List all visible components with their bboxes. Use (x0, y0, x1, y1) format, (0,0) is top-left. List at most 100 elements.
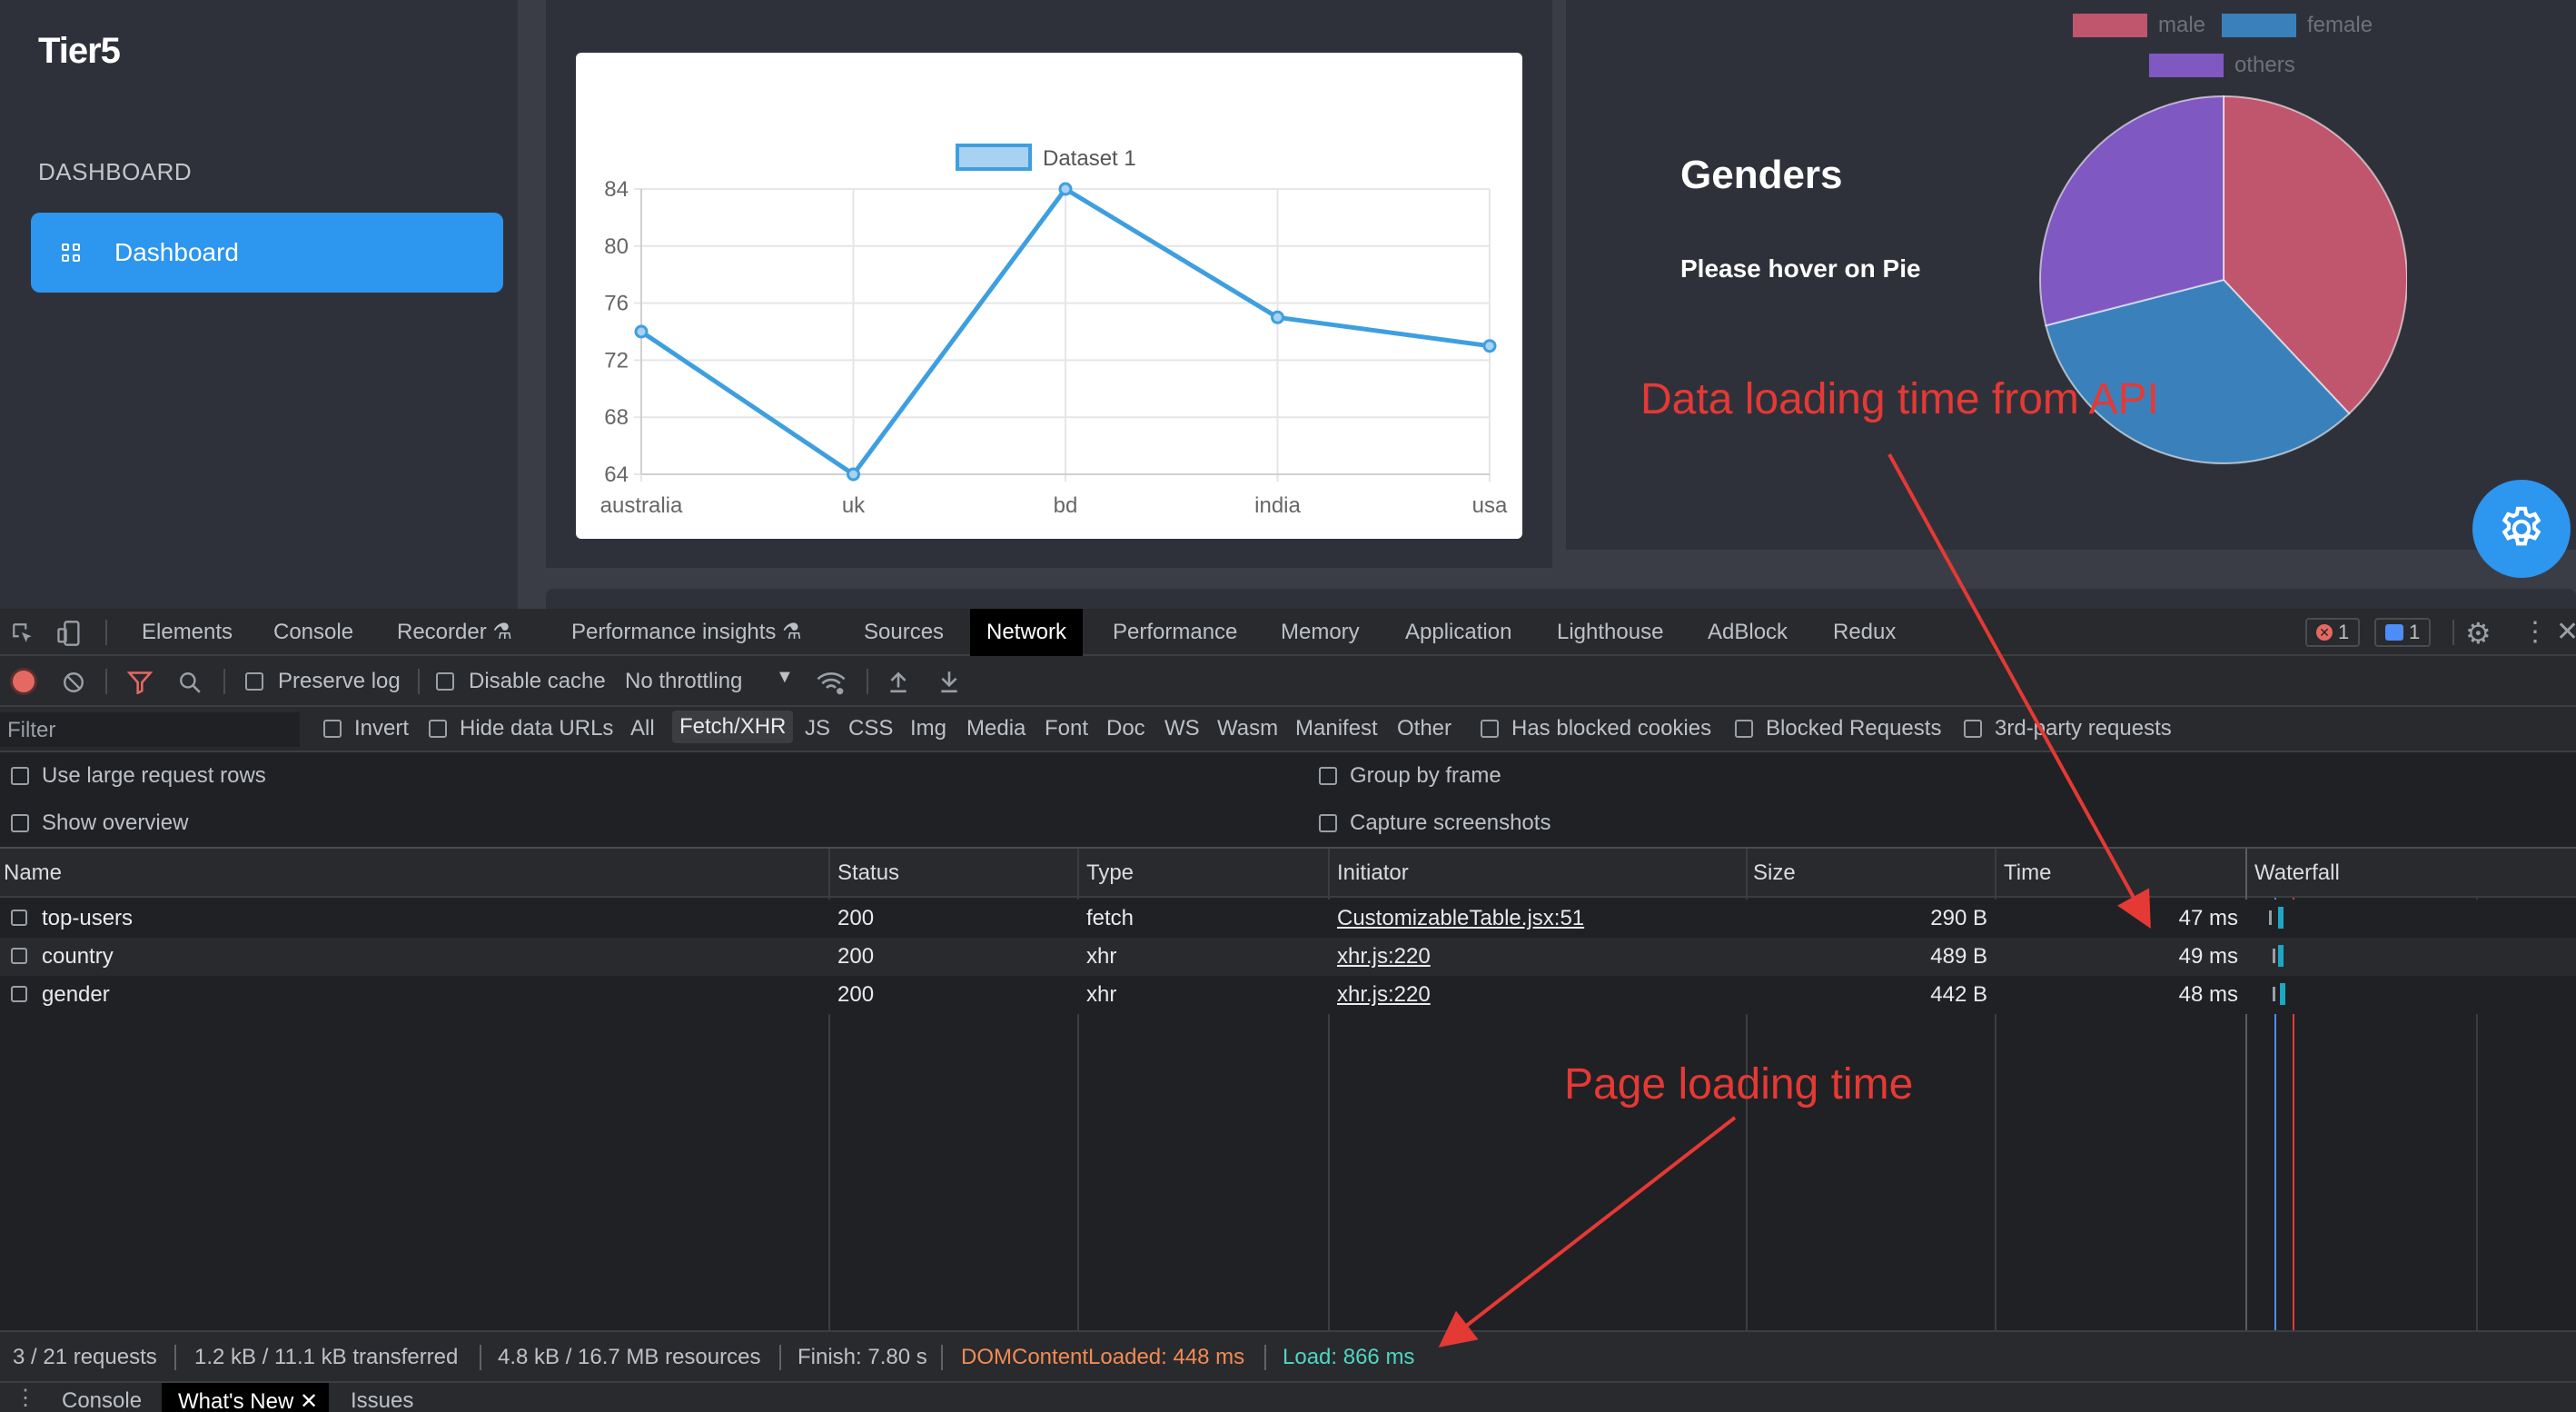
filter-type-other[interactable]: Other (1397, 716, 1451, 741)
data-point (1271, 310, 1284, 324)
blocked-requests-checkbox[interactable] (1735, 720, 1753, 738)
filter-input[interactable]: Filter (0, 712, 300, 747)
tab-recorder[interactable]: Recorder ⚗ (381, 609, 529, 656)
tab-lighthouse[interactable]: Lighthouse (1541, 609, 1679, 656)
column-status[interactable]: Status (837, 849, 899, 898)
filter-type-wasm[interactable]: Wasm (1217, 716, 1278, 741)
third-party-checkbox[interactable] (1964, 720, 1982, 738)
invert-checkbox[interactable] (323, 720, 342, 738)
column-waterfall[interactable]: Waterfall (2254, 849, 2340, 898)
tab-redux[interactable]: Redux (1817, 609, 1912, 656)
filter-type-ws[interactable]: WS (1164, 716, 1200, 741)
drawer-tab-issues[interactable]: Issues (351, 1388, 413, 1412)
large-rows-checkbox[interactable] (11, 767, 29, 785)
export-har-icon[interactable] (937, 669, 961, 694)
preserve-log-label: Preserve log (278, 669, 401, 693)
line-chart: 84 80 76 72 68 64 australia uk bd india usa Dataset… (600, 144, 1508, 518)
sidebar-item-dashboard[interactable]: Dashboard (31, 213, 503, 293)
summary-domcontentloaded: DOMContentLoaded: 448 ms (961, 1345, 1245, 1369)
tab-adblock[interactable]: AdBlock (1691, 609, 1804, 656)
filter-type-manifest[interactable]: Manifest (1295, 716, 1378, 741)
filter-type-img[interactable]: Img (910, 716, 946, 741)
data-point (1482, 339, 1497, 353)
preserve-log-checkbox[interactable] (245, 672, 263, 691)
drawer-menu-icon[interactable]: ⋮ (15, 1385, 36, 1411)
request-time: 49 ms (2178, 944, 2238, 969)
request-initiator-link[interactable]: CustomizableTable.jsx:51 (1337, 900, 1584, 938)
pie-legend-male[interactable]: male (2073, 13, 2205, 38)
device-toolbar-icon[interactable] (56, 620, 82, 647)
has-blocked-cookies-checkbox[interactable] (1481, 720, 1499, 738)
column-name[interactable]: Name (4, 849, 62, 898)
tab-network[interactable]: Network (970, 609, 1084, 656)
brand-logo: Tier5 (38, 31, 121, 71)
request-type: fetch (1086, 906, 1134, 930)
drawer-tab-console[interactable]: Console (62, 1388, 142, 1412)
close-icon[interactable]: ✕ (300, 1389, 318, 1412)
table-row[interactable]: country 200 xhr xhr.js:220 489 B 49 ms (0, 938, 2576, 976)
pie-legend-others[interactable]: others (2149, 53, 2295, 78)
tab-memory[interactable]: Memory (1264, 609, 1376, 656)
settings-gear-icon[interactable]: ⚙ (2465, 616, 2492, 651)
network-toolbar: Preserve log Disable cache No throttling… (0, 656, 2576, 707)
flask-icon: ⚗ (782, 620, 802, 644)
filter-type-doc[interactable]: Doc (1106, 716, 1145, 741)
column-size[interactable]: Size (1753, 849, 1796, 898)
drawer-tab-whats-new[interactable]: What's New ✕ (162, 1383, 330, 1412)
inspect-element-icon[interactable] (11, 621, 35, 645)
throttling-select[interactable]: No throttling (625, 669, 742, 694)
tab-console[interactable]: Console (257, 609, 370, 656)
pie-legend-female[interactable]: female (2222, 13, 2373, 38)
request-type: xhr (1086, 944, 1117, 969)
blocked-requests-label: Blocked Requests (1766, 716, 1942, 741)
app-viewport: Tier5 DASHBOARD Dashboard 84 80 76 72 68 64 au… (0, 0, 2576, 609)
tab-sources[interactable]: Sources (847, 609, 960, 656)
hide-data-urls-label: Hide data URLs (460, 716, 614, 741)
capture-screenshots-checkbox[interactable] (1319, 814, 1337, 832)
filter-type-font[interactable]: Font (1045, 716, 1088, 741)
tab-recorder-label: Recorder (397, 620, 487, 644)
request-size: 489 B (1930, 944, 1987, 969)
message-icon (2385, 624, 2403, 641)
close-devtools-icon[interactable]: ✕ (2556, 616, 2576, 648)
show-overview-checkbox[interactable] (11, 814, 29, 832)
error-counter[interactable]: ✕ 1 (2305, 618, 2361, 647)
column-time[interactable]: Time (2004, 849, 2051, 898)
settings-fab[interactable] (2472, 480, 2571, 578)
filter-type-js[interactable]: JS (805, 716, 830, 741)
group-by-frame-checkbox[interactable] (1319, 767, 1337, 785)
chevron-down-icon: ▼ (776, 667, 794, 687)
message-counter[interactable]: 1 (2374, 618, 2432, 647)
show-overview-label: Show overview (42, 810, 189, 835)
filter-type-all[interactable]: All (630, 716, 655, 741)
more-options-icon[interactable]: ⋮ (2522, 616, 2549, 648)
table-row[interactable]: gender 200 xhr xhr.js:220 442 B 48 ms (0, 976, 2576, 1014)
tab-elements[interactable]: Elements (125, 609, 249, 656)
request-name: top-users (42, 906, 134, 930)
network-filter-bar: Filter Invert Hide data URLs All Fetch/X… (0, 707, 2576, 752)
table-row[interactable]: top-users 200 fetch CustomizableTable.js… (0, 900, 2576, 938)
waterfall-bar (2278, 945, 2284, 967)
hide-data-urls-checkbox[interactable] (429, 720, 447, 738)
request-initiator-link[interactable]: xhr.js:220 (1337, 938, 1431, 976)
clear-icon[interactable] (62, 671, 85, 694)
tab-performance-insights[interactable]: Performance insights ⚗ (555, 609, 818, 656)
filter-type-css[interactable]: CSS (848, 716, 893, 741)
request-initiator-link[interactable]: xhr.js:220 (1337, 976, 1431, 1014)
column-type[interactable]: Type (1086, 849, 1134, 898)
search-icon[interactable] (178, 671, 202, 694)
filter-type-media[interactable]: Media (966, 716, 1025, 741)
filter-type-fetch-xhr[interactable]: Fetch/XHR (672, 711, 794, 743)
disable-cache-checkbox[interactable] (436, 672, 454, 691)
filter-icon[interactable] (127, 671, 153, 694)
request-size: 442 B (1930, 982, 1987, 1007)
network-conditions-icon[interactable] (816, 669, 847, 696)
import-har-icon[interactable] (887, 669, 910, 694)
record-icon[interactable] (13, 671, 35, 692)
tab-performance[interactable]: Performance (1096, 609, 1253, 656)
waterfall-bar-queue (2273, 987, 2275, 1001)
column-initiator[interactable]: Initiator (1337, 849, 1409, 898)
error-count: 1 (2338, 621, 2350, 643)
request-status: 200 (837, 944, 875, 969)
tab-application[interactable]: Application (1389, 609, 1528, 656)
